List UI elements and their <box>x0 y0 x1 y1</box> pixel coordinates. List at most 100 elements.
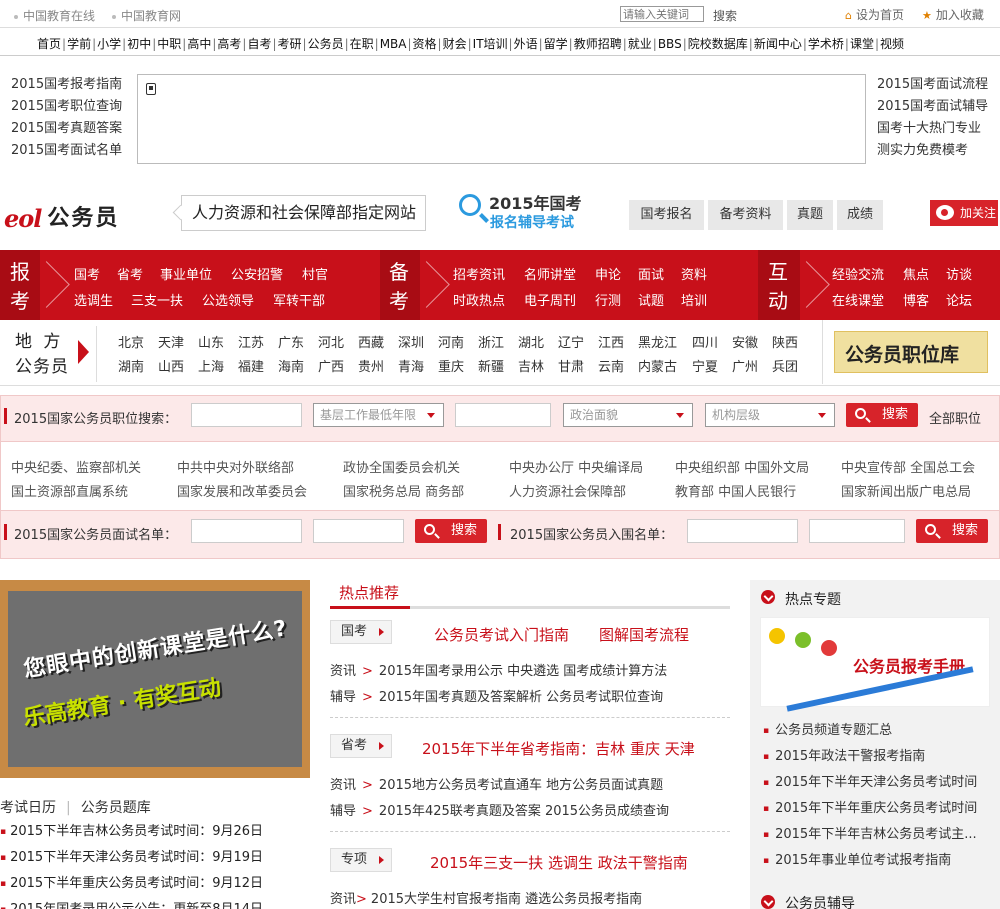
ad-link[interactable]: 2015国考职位查询 <box>11 96 122 118</box>
headline-link[interactable]: 2015年三支一扶 选调生 政法干警指南 <box>430 852 688 873</box>
category-tag-zhuanxiang[interactable]: 专项 <box>330 848 392 872</box>
nav-item[interactable]: 学前 <box>67 35 91 52</box>
band-link[interactable]: 博客 <box>903 290 929 309</box>
city-link[interactable]: 海南 <box>278 356 304 375</box>
ad-link[interactable]: 2015国考真题答案 <box>11 118 122 140</box>
band-link[interactable]: 时政热点 <box>453 290 505 309</box>
nav-item[interactable]: BBS <box>658 37 682 51</box>
nav-item[interactable]: 小学 <box>97 35 121 52</box>
shortlist-input-1[interactable] <box>687 519 798 543</box>
department-link[interactable]: 国家新闻出版广电总局 <box>841 481 971 500</box>
band-link[interactable]: 在线课堂 <box>832 290 884 309</box>
city-link[interactable]: 辽宁 <box>558 332 584 351</box>
ad-link[interactable]: 2015国考报考指南 <box>11 74 122 96</box>
department-link[interactable]: 中央纪委、监察部机关 <box>11 457 141 476</box>
list-item[interactable]: 2015下半年天津公务员考试时间：9月19日 <box>0 848 263 874</box>
city-link[interactable]: 安徽 <box>732 332 758 351</box>
city-link[interactable]: 贵州 <box>358 356 384 375</box>
band-link[interactable]: 村官 <box>302 264 328 283</box>
list-item[interactable]: 2015下半年重庆公务员考试时间：9月12日 <box>0 874 263 900</box>
city-link[interactable]: 陕西 <box>772 332 798 351</box>
band-link[interactable]: 选调生 <box>74 290 113 309</box>
category-tag-guokao[interactable]: 国考 <box>330 620 392 644</box>
city-link[interactable]: 广州 <box>732 356 758 375</box>
department-link[interactable]: 中央宣传部 全国总工会 <box>841 457 975 476</box>
sub-links[interactable]: 辅导 >2015年国考真题及答案解析 公务员考试职位查询 <box>330 686 663 705</box>
tab-scores[interactable]: 成绩 <box>837 200 883 230</box>
nav-item[interactable]: 自考 <box>247 35 271 52</box>
tab-registration[interactable]: 国考报名 <box>629 200 704 230</box>
tab-exam-calendar[interactable]: 考试日历 <box>0 800 56 816</box>
department-link[interactable]: 中共中央对外联络部 <box>177 457 294 476</box>
nav-item[interactable]: 资格 <box>413 35 437 52</box>
city-link[interactable]: 河北 <box>318 332 344 351</box>
position-database-banner[interactable]: 公务员职位库 <box>834 331 988 373</box>
department-link[interactable]: 中央组织部 中国外文局 <box>675 457 809 476</box>
band-link[interactable]: 国考 <box>74 264 100 283</box>
nav-item[interactable]: 留学 <box>544 35 568 52</box>
position-extra-input[interactable] <box>455 403 551 427</box>
department-link[interactable]: 国家发展和改革委员会 <box>177 481 307 500</box>
band-link[interactable]: 公安招警 <box>231 264 283 283</box>
ad-link[interactable]: 2015国考面试名单 <box>11 140 122 162</box>
band-link[interactable]: 电子周刊 <box>524 290 576 309</box>
city-link[interactable]: 福建 <box>238 356 264 375</box>
weibo-follow-button[interactable]: 加关注 <box>930 200 998 226</box>
nav-item[interactable]: 院校数据库 <box>688 35 748 52</box>
band-link[interactable]: 三支一扶 <box>131 290 183 309</box>
nav-item[interactable]: MBA <box>380 37 407 51</box>
city-link[interactable]: 河南 <box>438 332 464 351</box>
department-link[interactable]: 政协全国委员会机关 <box>343 457 460 476</box>
ad-link[interactable]: 2015国考面试辅导 <box>877 96 988 118</box>
list-item[interactable]: 公务员频道专题汇总 <box>763 721 977 747</box>
city-link[interactable]: 黑龙江 <box>638 332 677 351</box>
nav-item[interactable]: 课堂 <box>850 35 874 52</box>
nav-item[interactable]: 首页 <box>37 35 61 52</box>
band-link[interactable]: 资料 <box>681 264 707 283</box>
department-link[interactable]: 国土资源部直属系统 <box>11 481 128 500</box>
city-link[interactable]: 兵团 <box>772 356 798 375</box>
nav-item[interactable]: 视频 <box>880 35 904 52</box>
years-select[interactable]: 基层工作最低年限 <box>313 403 444 427</box>
shortlist-input-2[interactable] <box>809 519 905 543</box>
city-link[interactable]: 宁夏 <box>692 356 718 375</box>
nav-item[interactable]: 高考 <box>217 35 241 52</box>
set-home-link[interactable]: ⌂ 设为首页 <box>845 6 904 23</box>
list-item[interactable]: 2015年政法干警报考指南 <box>763 747 977 773</box>
headline-link[interactable]: 图解国考流程 <box>599 624 689 645</box>
interview-search-button[interactable]: 搜索 <box>415 519 487 543</box>
lego-promo-banner[interactable]: 您眼中的创新课堂是什么? 乐高教育 · 有奖互动 <box>0 580 310 778</box>
ad-link[interactable]: 测实力免费模考 <box>877 140 988 162</box>
list-item[interactable]: 2015年下半年天津公务员考试时间 <box>763 773 977 799</box>
nav-item[interactable]: 外语 <box>514 35 538 52</box>
city-link[interactable]: 四川 <box>692 332 718 351</box>
department-link[interactable]: 人力资源社会保障部 <box>509 481 626 500</box>
interview-input-2[interactable] <box>313 519 404 543</box>
city-link[interactable]: 浙江 <box>478 332 504 351</box>
band-link[interactable]: 事业单位 <box>160 264 212 283</box>
band-link[interactable]: 行测 <box>595 290 621 309</box>
ad-link[interactable]: 2015国考面试流程 <box>877 74 988 96</box>
site-link-eol[interactable]: 中国教育在线 <box>14 7 95 24</box>
band-link[interactable]: 培训 <box>681 290 707 309</box>
ad-frame[interactable] <box>137 74 866 164</box>
shortlist-search-button[interactable]: 搜索 <box>916 519 988 543</box>
department-link[interactable]: 教育部 中国人民银行 <box>675 481 796 500</box>
category-tag-shengkao[interactable]: 省考 <box>330 734 392 758</box>
band-link[interactable]: 试题 <box>638 290 664 309</box>
headline-link[interactable]: 公务员考试入门指南 <box>434 624 569 645</box>
list-item[interactable]: 2015年下半年重庆公务员考试时间 <box>763 799 977 825</box>
add-favorite-link[interactable]: ★ 加入收藏 <box>922 6 984 23</box>
city-link[interactable]: 深圳 <box>398 332 424 351</box>
tab-materials[interactable]: 备考资料 <box>708 200 783 230</box>
sub-links[interactable]: 辅导 >2015年425联考真题及答案 2015公务员成绩查询 <box>330 800 669 819</box>
city-link[interactable]: 内蒙古 <box>638 356 677 375</box>
band-link[interactable]: 名师讲堂 <box>524 264 576 283</box>
keyword-search-input[interactable] <box>620 6 704 22</box>
political-select[interactable]: 政治面貌 <box>563 403 693 427</box>
level-select[interactable]: 机构层级 <box>705 403 835 427</box>
city-link[interactable]: 上海 <box>198 356 224 375</box>
nav-item[interactable]: 高中 <box>187 35 211 52</box>
list-item[interactable]: 2015年事业单位考试报考指南 <box>763 851 977 877</box>
city-link[interactable]: 湖北 <box>518 332 544 351</box>
